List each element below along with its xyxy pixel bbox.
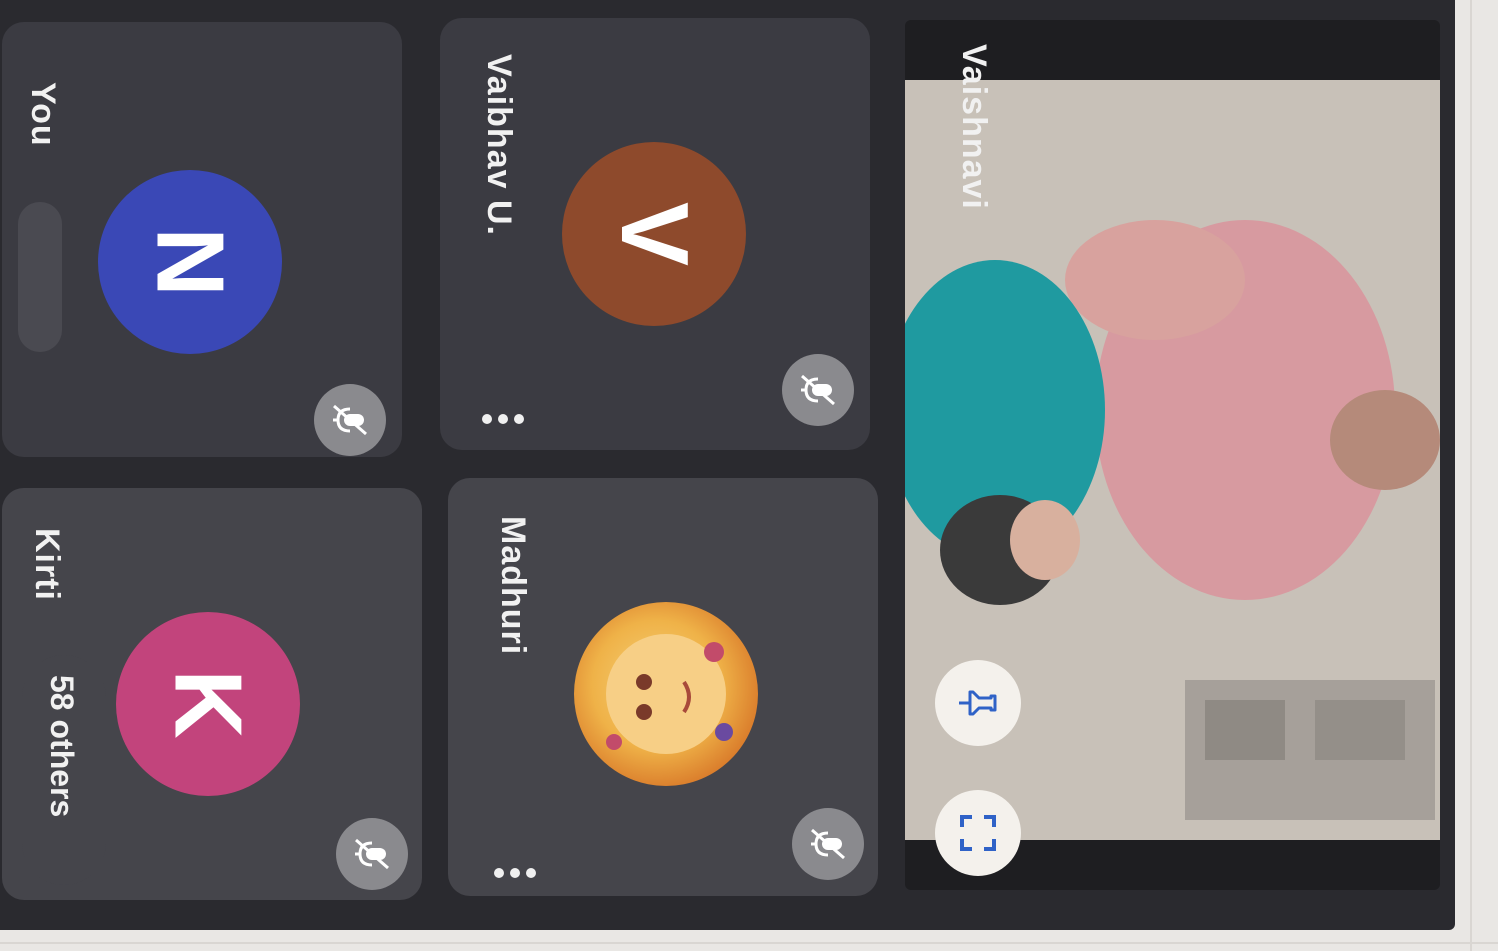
mic-muted-badge: [336, 818, 408, 890]
participant-tile-vaibhav[interactable]: Vaibhav U. V: [440, 18, 870, 450]
avatar-initial: V: [601, 201, 708, 267]
more-options-icon[interactable]: [494, 868, 536, 878]
avatar-initial: N: [136, 227, 244, 297]
avatar: V: [562, 142, 746, 326]
paper-line: [0, 942, 1498, 944]
others-count-button[interactable]: 58 others: [22, 655, 106, 885]
fullscreen-button[interactable]: [935, 790, 1021, 876]
more-options-icon[interactable]: [482, 414, 524, 424]
mic-muted-badge: [782, 354, 854, 426]
avatar: K: [116, 612, 300, 796]
fullscreen-icon: [960, 815, 996, 851]
mic-off-icon: [811, 828, 845, 860]
mic-off-icon: [333, 404, 367, 436]
pinned-video-tile[interactable]: Vaishnavi: [905, 20, 1440, 890]
mic-muted-badge: [314, 384, 386, 456]
participant-name: You: [24, 82, 62, 147]
participant-tile-you[interactable]: You N: [2, 22, 402, 457]
pin-icon: [959, 690, 997, 716]
participant-name: Madhuri: [494, 516, 532, 656]
mic-off-icon: [355, 838, 389, 870]
others-count-label: 58 others: [44, 675, 80, 818]
mic-muted-badge: [792, 808, 864, 880]
pin-button[interactable]: [935, 660, 1021, 746]
avatar-initial: K: [154, 669, 262, 739]
participant-tile-madhuri[interactable]: Madhuri: [448, 478, 878, 896]
avatar: N: [98, 170, 282, 354]
avatar-photo: [574, 602, 758, 786]
self-indicator: [18, 202, 62, 352]
meeting-grid: You N Kirti K 58 others Vaibhav U. V Mad…: [0, 0, 1455, 930]
paper-line: [1470, 0, 1472, 951]
mic-off-icon: [801, 374, 835, 406]
participant-name: Vaibhav U.: [480, 54, 518, 236]
participant-name: Vaishnavi: [955, 44, 993, 210]
avatar-illustration: [606, 634, 733, 754]
participant-name: Kirti: [28, 528, 66, 601]
